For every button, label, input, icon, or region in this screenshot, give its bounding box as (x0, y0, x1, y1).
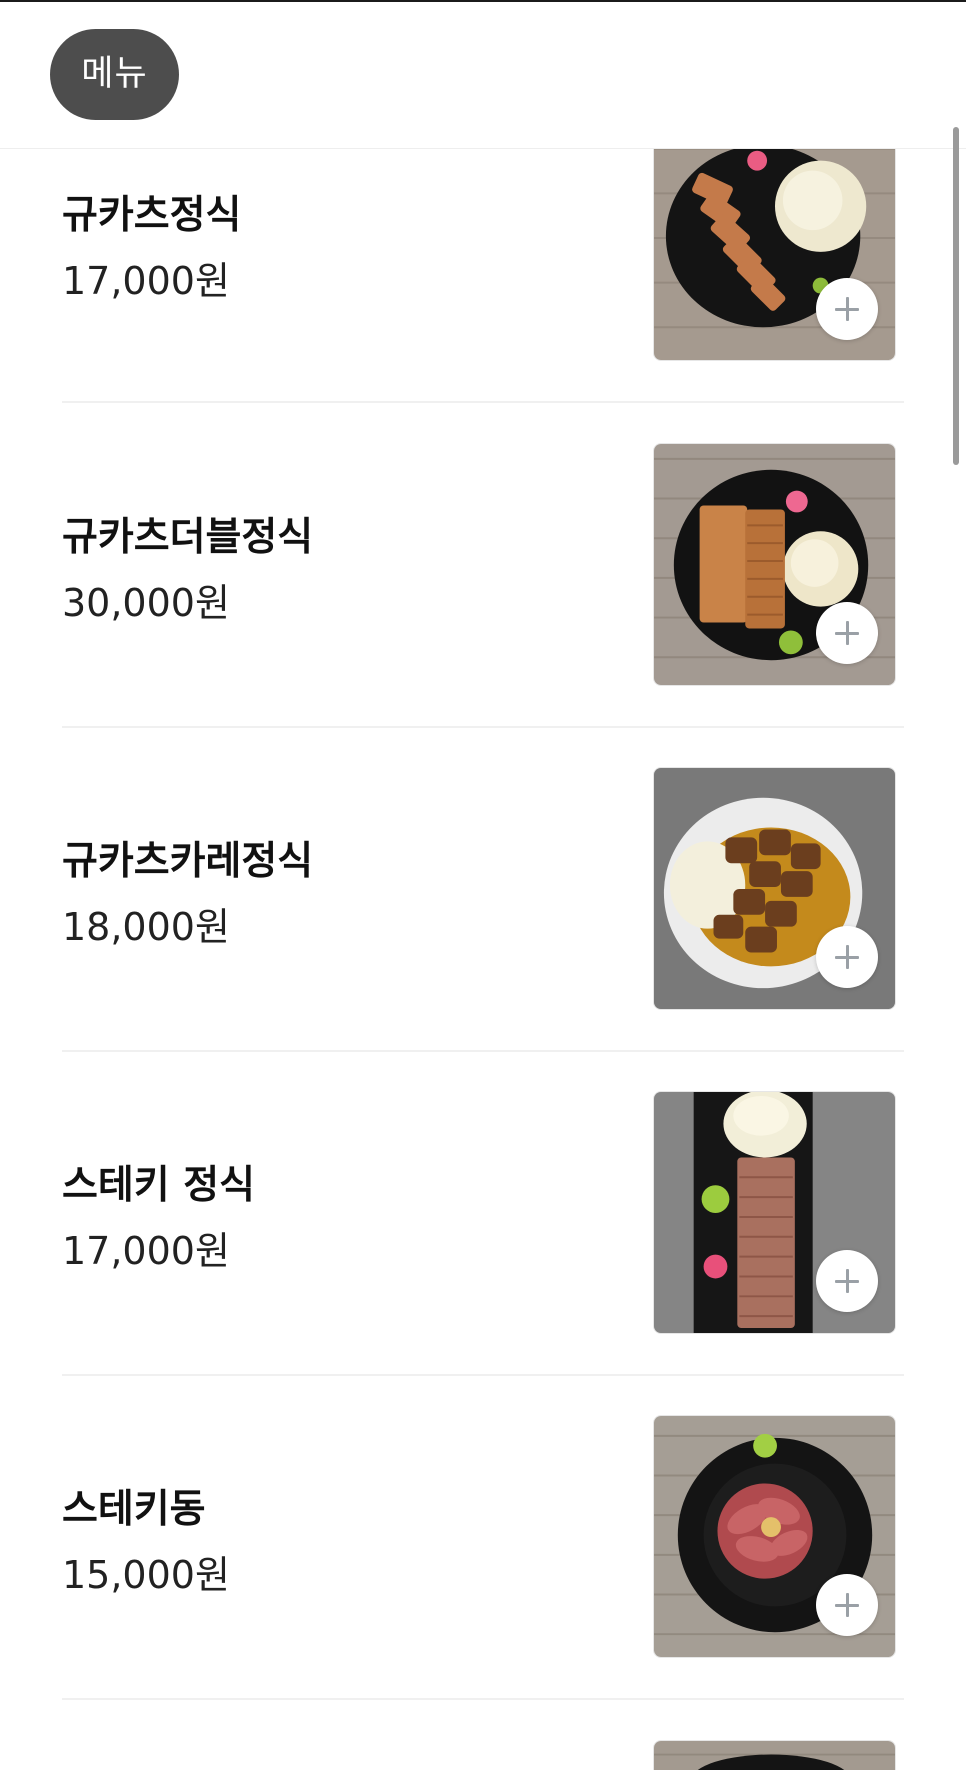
list-item[interactable]: 스테키동 15,000원 (0, 1374, 966, 1698)
list-item[interactable]: 규카츠카레정식 18,000원 (0, 726, 966, 1050)
item-price: 17,000원 (62, 259, 230, 303)
item-price: 17,000원 (62, 1229, 230, 1273)
item-name: 스테키 정식 (62, 1163, 255, 1208)
add-to-cart-button[interactable] (816, 278, 878, 340)
add-to-cart-button[interactable] (816, 602, 878, 664)
list-item[interactable]: 스테키 정식 17,000원 (0, 1050, 966, 1374)
item-name: 규카츠정식 (62, 193, 242, 238)
add-to-cart-button[interactable] (816, 1250, 878, 1312)
item-name: 규카츠더블정식 (62, 515, 314, 560)
list-item[interactable]: 규카츠더블정식 30,000원 (0, 402, 966, 726)
menu-tab-button[interactable]: 메뉴 (50, 29, 179, 120)
add-to-cart-button[interactable] (816, 926, 878, 988)
item-price: 30,000원 (62, 581, 230, 625)
item-price: 15,000원 (62, 1553, 230, 1597)
item-name: 스테키동 (62, 1487, 206, 1532)
item-name: 규카츠카레정식 (62, 839, 314, 884)
item-price: 18,000원 (62, 905, 230, 949)
app-header: 메뉴 (0, 2, 966, 149)
item-image-next[interactable] (653, 1740, 896, 1770)
add-to-cart-button[interactable] (816, 1574, 878, 1636)
divider (62, 1698, 904, 1700)
scrollbar[interactable] (953, 127, 959, 465)
menu-list: 규카츠정식 17,000원 규카츠더블정식 30,000원 규카츠카레정식 18… (0, 0, 966, 1770)
